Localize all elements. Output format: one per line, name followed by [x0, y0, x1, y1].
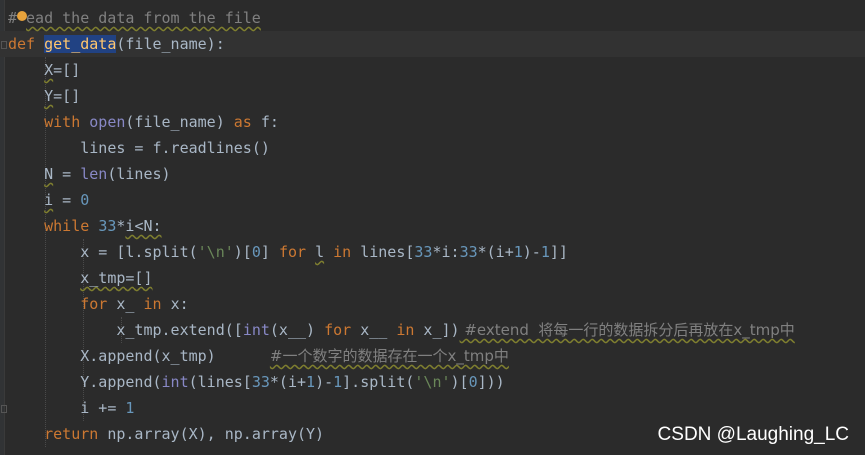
code-line-6[interactable]: lines = f.readlines()	[8, 135, 270, 161]
code-line-9[interactable]: while 33*i<N:	[8, 213, 161, 239]
editor-gutter	[0, 0, 5, 455]
code-line-1[interactable]: # ead the data from the file	[8, 5, 261, 31]
code-line-11[interactable]: x_tmp=[]	[8, 265, 152, 291]
code-line-15[interactable]: Y.append(int(lines[33*(i+1)-1].split('\n…	[8, 369, 504, 395]
code-line-16[interactable]: i += 1	[8, 395, 134, 421]
fold-marker[interactable]	[1, 41, 7, 49]
function-name[interactable]: get_data	[44, 35, 117, 53]
code-line-12[interactable]: for x_ in x:	[8, 291, 188, 317]
code-line-2[interactable]: def get_data(file_name):	[8, 31, 225, 57]
code-line-13[interactable]: x_tmp.extend([int(x__) for x__ in x_]) #…	[8, 317, 794, 343]
code-line-17[interactable]: return np.array(X), np.array(Y)	[8, 421, 324, 447]
csdn-watermark: CSDN @Laughing_LC	[657, 424, 849, 445]
code-line-8[interactable]: i = 0	[8, 187, 89, 213]
fold-marker[interactable]	[1, 405, 7, 413]
code-line-7[interactable]: N = len(lines)	[8, 161, 170, 187]
code-line-5[interactable]: with open(file_name) as f:	[8, 109, 279, 135]
code-line-3[interactable]: X=[]	[8, 57, 80, 83]
code-line-10[interactable]: x = [l.split('\n')[0] for l in lines[33*…	[8, 239, 568, 265]
code-line-4[interactable]: Y=[]	[8, 83, 80, 109]
code-line-14[interactable]: X.append(x_tmp) #一个数字的数据存在一个x_tmp中	[8, 343, 509, 369]
